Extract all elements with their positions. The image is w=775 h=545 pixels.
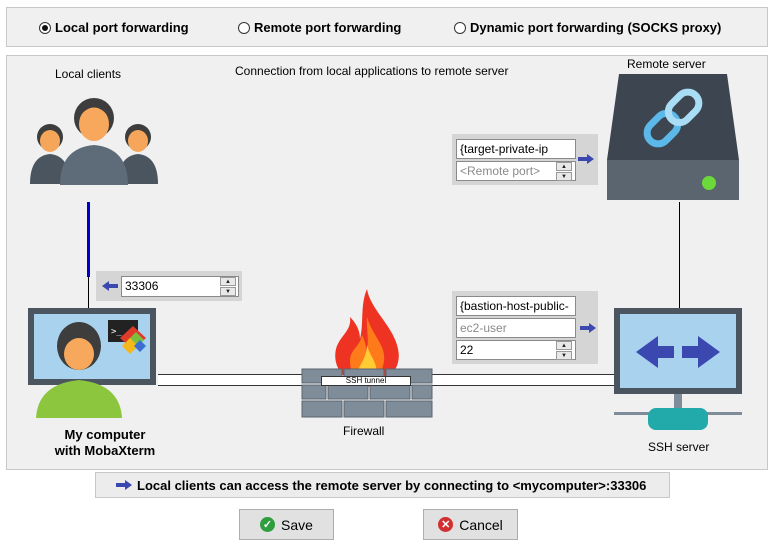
radio-dynamic-forwarding[interactable]: Dynamic port forwarding (SOCKS proxy): [454, 20, 721, 35]
local-clients-label: Local clients: [55, 67, 122, 81]
forwarded-port-stepper[interactable]: ▲ ▼: [220, 277, 236, 297]
firewall-label: Firewall: [343, 424, 385, 438]
ssh-user-input[interactable]: ec2-user: [456, 318, 576, 338]
ssh-port-stepper[interactable]: ▲ ▼: [556, 341, 572, 361]
forwarding-mode-bar: Local port forwarding Remote port forwar…: [6, 7, 768, 47]
local-link-line-end: [88, 277, 89, 309]
stepper-up[interactable]: ▲: [556, 162, 572, 171]
connection-caption: Connection from local applications to re…: [235, 64, 509, 78]
firewall-icon: [301, 289, 433, 418]
ssh-user-placeholder: ec2-user: [460, 321, 507, 335]
my-computer-icon: >_: [28, 308, 156, 418]
stepper-down[interactable]: ▼: [220, 287, 236, 296]
svg-text:>_: >_: [111, 327, 122, 337]
info-text: Local clients can access the remote serv…: [137, 477, 647, 493]
cancel-button-label: Cancel: [459, 516, 503, 533]
local-link-line: [87, 202, 90, 277]
ssh-tunnel-label: SSH tunnel: [321, 376, 411, 386]
arrow-right-icon: [578, 154, 594, 164]
radio-button[interactable]: [454, 21, 466, 34]
my-computer-label-line1: My computer: [64, 427, 146, 442]
arrow-right-icon: [580, 323, 596, 333]
info-bar: Local clients can access the remote serv…: [95, 472, 670, 498]
remote-port-placeholder: <Remote port>: [460, 164, 541, 178]
radio-local-forwarding[interactable]: Local port forwarding: [39, 20, 189, 35]
stepper-up[interactable]: ▲: [556, 341, 572, 350]
ssh-host-input[interactable]: {bastion-host-public-: [456, 296, 576, 316]
radio-button-checked[interactable]: [39, 21, 51, 34]
remote-port-stepper[interactable]: ▲ ▼: [556, 162, 572, 182]
checkmark-icon: ✓: [260, 517, 276, 532]
remote-host-value: {target-private-ip: [460, 142, 549, 156]
radio-label: Dynamic port forwarding (SOCKS proxy): [470, 20, 722, 35]
forwarded-port-value: 33306: [125, 279, 159, 293]
arrow-right-icon: [116, 480, 132, 490]
stepper-down[interactable]: ▼: [556, 172, 572, 181]
stepper-up[interactable]: ▲: [220, 277, 236, 286]
local-clients-icon: [30, 98, 158, 185]
my-computer-label: My computer with MobaXterm: [50, 427, 160, 459]
remote-server-icon: [607, 74, 739, 200]
cancel-button[interactable]: ✕ Cancel: [423, 509, 518, 540]
radio-label: Local port forwarding: [55, 20, 189, 35]
radio-remote-forwarding[interactable]: Remote port forwarding: [238, 20, 401, 35]
close-icon: ✕: [438, 517, 454, 532]
remote-host-input[interactable]: {target-private-ip: [456, 139, 576, 159]
radio-label: Remote port forwarding: [254, 20, 402, 35]
remote-server-label: Remote server: [627, 57, 706, 71]
arrow-left-icon: [102, 281, 118, 291]
server-link-line: [679, 202, 680, 308]
ssh-port-value: 22: [460, 343, 474, 357]
radio-button[interactable]: [238, 21, 250, 34]
my-computer-label-line2: with MobaXterm: [54, 443, 156, 458]
ssh-server-icon: [614, 308, 742, 430]
ssh-host-value: {bastion-host-public-: [460, 299, 569, 313]
stepper-down[interactable]: ▼: [556, 351, 572, 360]
save-button-label: Save: [281, 516, 313, 533]
save-button[interactable]: ✓ Save: [239, 509, 334, 540]
ssh-server-label: SSH server: [648, 440, 710, 454]
